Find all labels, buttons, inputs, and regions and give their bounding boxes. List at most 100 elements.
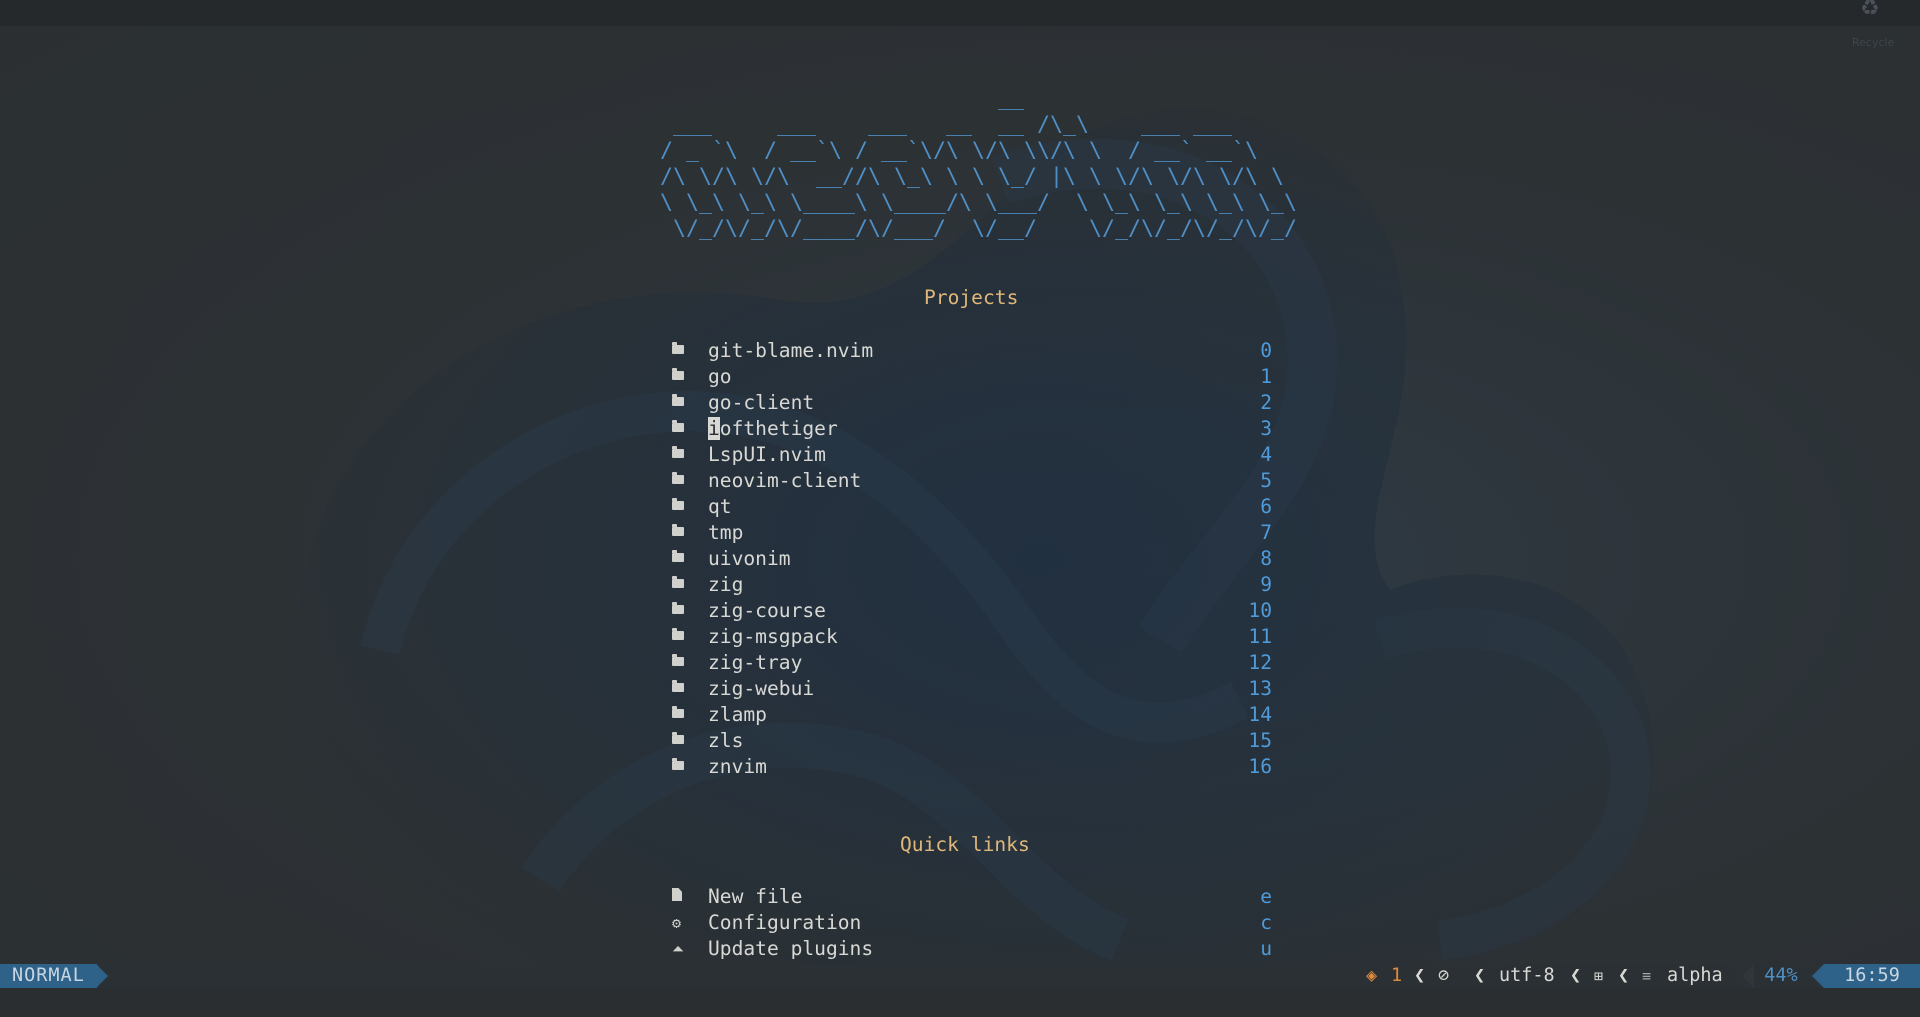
project-name: go [708, 365, 732, 388]
filetype-icon: ≡ [1642, 967, 1652, 985]
folder-icon [672, 416, 692, 442]
project-name: git-blame.nvim [708, 339, 874, 362]
project-name: LspUI.nvim [708, 443, 826, 466]
diagnostic-icon: ◈ [1366, 965, 1378, 986]
filetype[interactable]: alpha [1667, 964, 1723, 988]
project-name: znvim [708, 755, 767, 778]
project-name: zig-tray [708, 651, 803, 674]
banner-line: / _ `\ / __`\ / __`\/\ \/\ \\/\ \ / __` … [660, 138, 1259, 163]
diagnostic-count[interactable]: 1 [1391, 964, 1402, 988]
project-name: zlamp [708, 703, 767, 726]
statusline: NORMAL ◈ 1 ❮ ⊘ ❮ utf-8 ❮ ⊞ ❮ ≡ alpha 44%… [0, 964, 1920, 988]
quick-link-label: Update plugins [708, 937, 874, 960]
folder-icon [672, 520, 692, 546]
project-key: 12 [1248, 651, 1272, 674]
project-name: go-client [708, 391, 815, 414]
project-item[interactable]: uivonim 8 [672, 546, 1272, 572]
project-item[interactable]: zig-tray 12 [672, 650, 1272, 676]
project-item[interactable]: git-blame.nvim 0 [672, 338, 1272, 364]
project-item[interactable]: neovim-client 5 [672, 468, 1272, 494]
project-key: 4 [1260, 443, 1272, 466]
encoding[interactable]: utf-8 [1499, 964, 1555, 988]
quick-link-label: Configuration [708, 911, 862, 934]
project-item[interactable]: zig 9 [672, 572, 1272, 598]
project-item[interactable]: zls 15 [672, 728, 1272, 754]
folder-icon [672, 702, 692, 728]
desktop-screen: ♻ Recycle __ ___ ___ ___ __ __ /\_\ ___ … [0, 0, 1920, 1017]
project-name: tmp [708, 521, 744, 544]
project-item[interactable]: zlamp 14 [672, 702, 1272, 728]
folder-icon [672, 572, 692, 598]
gear-icon: ⚙ [672, 914, 682, 932]
folder-icon [672, 624, 692, 650]
banner-line: ___ ___ ___ __ __ /\_\ ___ ___ [660, 112, 1233, 137]
folder-icon [672, 494, 692, 520]
separator-icon: ❮ [1618, 965, 1630, 986]
clock-separator [1812, 964, 1824, 988]
clock: 16:59 [1824, 964, 1920, 988]
separator-icon: ❮ [1474, 965, 1486, 986]
project-item[interactable]: qt 6 [672, 494, 1272, 520]
recycle-bin-label: Recycle [1852, 36, 1895, 49]
folder-icon [672, 338, 692, 364]
project-item[interactable]: zig-msgpack 11 [672, 624, 1272, 650]
projects-title: Projects [924, 286, 1019, 309]
command-line[interactable] [0, 988, 1920, 1017]
project-item[interactable]: zig-course 10 [672, 598, 1272, 624]
quick-link-key: c [1260, 911, 1272, 934]
project-item[interactable]: tmp 7 [672, 520, 1272, 546]
project-key: 5 [1260, 469, 1272, 492]
folder-icon [672, 468, 692, 494]
project-name: uivonim [708, 547, 791, 570]
quick-link-update-plugins[interactable]: ⏶ Update plugins u [672, 936, 1272, 962]
banner-line: __ [660, 86, 1025, 111]
folder-icon [672, 650, 692, 676]
project-key: 16 [1248, 755, 1272, 778]
project-item[interactable]: go 1 [672, 364, 1272, 390]
quick-links-title: Quick links [900, 833, 1030, 856]
folder-icon [672, 754, 692, 780]
project-key: 15 [1248, 729, 1272, 752]
project-key: 14 [1248, 703, 1272, 726]
quick-link-new-file[interactable]: New file e [672, 884, 1272, 910]
project-name: neovim-client [708, 469, 862, 492]
project-name-rest: ofthetiger [719, 417, 838, 440]
recycle-bin[interactable]: ♻ Recycle [1852, 0, 1895, 52]
folder-icon [672, 728, 692, 754]
folder-icon [672, 442, 692, 468]
quick-link-key: u [1260, 937, 1272, 960]
folder-icon [672, 364, 692, 390]
scroll-percent: 44% [1754, 964, 1808, 988]
folder-icon [672, 598, 692, 624]
project-key: 6 [1260, 495, 1272, 518]
project-item[interactable]: LspUI.nvim 4 [672, 442, 1272, 468]
update-icon: ⏶ [672, 940, 685, 958]
project-key: 3 [1260, 417, 1272, 440]
quick-link-key: e [1260, 885, 1272, 908]
mode-indicator: NORMAL [0, 964, 97, 988]
taskbar-top [0, 0, 1920, 26]
recycle-bin-icon: ♻ [1860, 0, 1880, 21]
project-name: iofthetiger [708, 416, 838, 442]
project-key: 0 [1260, 339, 1272, 362]
project-key: 2 [1260, 391, 1272, 414]
file-icon [672, 884, 692, 910]
project-key: 8 [1260, 547, 1272, 570]
percent-separator [1742, 964, 1754, 988]
project-name: zig-webui [708, 677, 815, 700]
project-item[interactable]: go-client 2 [672, 390, 1272, 416]
project-key: 9 [1260, 573, 1272, 596]
project-key: 10 [1248, 599, 1272, 622]
banner-line: /\ \/\ \/\ __//\ \_\ \ \ \_/ |\ \ \/\ \/… [660, 164, 1285, 189]
folder-icon [672, 676, 692, 702]
project-key: 1 [1260, 365, 1272, 388]
project-item[interactable]: znvim 16 [672, 754, 1272, 780]
project-key: 7 [1260, 521, 1272, 544]
project-item[interactable]: zig-webui 13 [672, 676, 1272, 702]
project-item[interactable]: iofthetiger 3 [672, 416, 1272, 442]
separator-icon: ❮ [1414, 965, 1426, 986]
quick-link-label: New file [708, 885, 803, 908]
mode-separator [96, 964, 108, 988]
quick-link-configuration[interactable]: ⚙ Configuration c [672, 910, 1272, 936]
neovim-banner: __ ___ ___ ___ __ __ /\_\ ___ ___ / _ `\… [660, 86, 1297, 242]
